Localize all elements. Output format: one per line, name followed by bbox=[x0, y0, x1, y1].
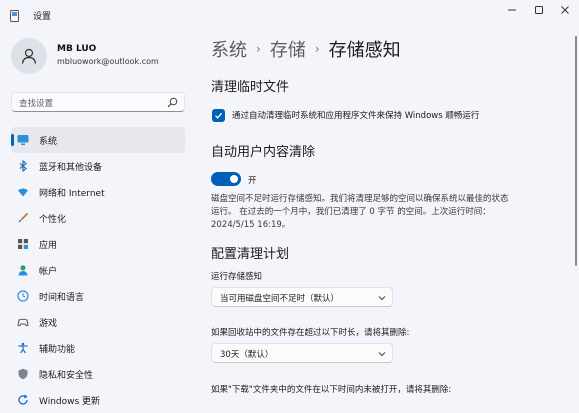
maximize-icon bbox=[535, 6, 543, 14]
sidebar-item-label: 个性化 bbox=[39, 215, 67, 225]
avatar[interactable] bbox=[11, 38, 47, 74]
system-icon bbox=[17, 135, 29, 145]
account-icon bbox=[18, 265, 28, 276]
sidebar-item-windows-update[interactable]: Windows 更新 bbox=[11, 387, 185, 413]
chevron-down-icon bbox=[378, 296, 386, 301]
sidebar-item-apps[interactable]: 应用 bbox=[11, 231, 185, 257]
minimize-icon bbox=[508, 9, 516, 11]
breadcrumb-storage[interactable]: 存储 bbox=[270, 36, 306, 62]
sidebar-item-label: 系统 bbox=[39, 137, 58, 147]
breadcrumb-separator: › bbox=[314, 42, 320, 56]
run-storage-sense-label: 运行存储感知 bbox=[211, 272, 263, 282]
apps-icon bbox=[18, 239, 28, 249]
toggle-state-label: 开 bbox=[248, 176, 257, 186]
recycle-bin-label: 如果回收站中的文件存在超过以下时长，请将其删除: bbox=[211, 328, 410, 338]
sidebar-item-label: 帐户 bbox=[39, 267, 58, 277]
breadcrumb-system[interactable]: 系统 bbox=[211, 36, 247, 62]
downloads-label: 如果"下载"文件夹中的文件在以下时间内未被打开，请将其删除: bbox=[211, 385, 452, 395]
sidebar-item-label: 辅助功能 bbox=[39, 345, 76, 355]
user-email: mbluowork@outlook.com bbox=[57, 57, 159, 66]
sidebar-item-label: 时间和语言 bbox=[39, 293, 85, 303]
search-placeholder: 查找设置 bbox=[19, 99, 54, 109]
sidebar-item-accounts[interactable]: 帐户 bbox=[11, 257, 185, 283]
auto-cleanup-description: 磁盘空间不足时运行存储感知。我们将清理足够的空间以确保系统以最佳的状态运行。 在… bbox=[211, 194, 509, 230]
section-heading-schedule: 配置清理计划 bbox=[211, 247, 290, 262]
person-icon bbox=[21, 48, 37, 64]
recycle-bin-dropdown[interactable]: 30天（默认） bbox=[211, 343, 393, 363]
sidebar-item-system[interactable]: 系统 bbox=[11, 127, 185, 153]
title-bar: 设置 bbox=[0, 0, 579, 32]
wifi-icon bbox=[18, 188, 28, 197]
sidebar-item-privacy-security[interactable]: 隐私和安全性 bbox=[11, 361, 185, 387]
close-icon bbox=[561, 6, 569, 14]
brush-icon bbox=[18, 212, 29, 223]
run-storage-sense-dropdown[interactable]: 当可用磁盘空间不足时（默认） bbox=[211, 287, 393, 307]
sidebar-item-accessibility[interactable]: 辅助功能 bbox=[11, 335, 185, 361]
active-indicator bbox=[11, 134, 14, 146]
update-icon bbox=[18, 394, 28, 405]
scrollbar[interactable] bbox=[575, 36, 577, 266]
globe-clock-icon bbox=[17, 290, 29, 302]
checkmark-icon bbox=[215, 112, 223, 119]
auto-cleanup-toggle[interactable] bbox=[211, 172, 241, 186]
maximize-button[interactable] bbox=[527, 0, 551, 20]
section-heading-auto-cleanup: 自动用户内容清除 bbox=[211, 145, 316, 160]
shield-icon bbox=[18, 368, 28, 380]
sidebar-nav: 系统 蓝牙和其他设备 网络和 Internet 个性化 应用 帐户 时间和语言 … bbox=[11, 127, 185, 413]
close-button[interactable] bbox=[553, 0, 577, 20]
section-heading-cleanup-temp: 清理临时文件 bbox=[211, 80, 290, 95]
cleanup-temp-checkbox[interactable] bbox=[212, 109, 225, 122]
sidebar-item-personalization[interactable]: 个性化 bbox=[11, 205, 185, 231]
settings-app-icon bbox=[10, 10, 19, 22]
search-icon[interactable] bbox=[167, 97, 178, 108]
sidebar-item-label: 蓝牙和其他设备 bbox=[39, 163, 103, 173]
dropdown-value: 30天（默认） bbox=[220, 350, 274, 360]
page-title: 存储感知 bbox=[328, 40, 401, 61]
search-input[interactable]: 查找设置 bbox=[11, 92, 185, 112]
sidebar-item-time-language[interactable]: 时间和语言 bbox=[11, 283, 185, 309]
minimize-button[interactable] bbox=[500, 0, 524, 20]
user-name: MB LUO bbox=[57, 44, 97, 54]
sidebar-item-bluetooth[interactable]: 蓝牙和其他设备 bbox=[11, 153, 185, 179]
sidebar-item-label: 应用 bbox=[39, 241, 58, 251]
chevron-down-icon bbox=[378, 352, 386, 357]
sidebar-item-label: 游戏 bbox=[39, 319, 58, 329]
sidebar-item-label: 隐私和安全性 bbox=[39, 371, 94, 381]
dropdown-value: 当可用磁盘空间不足时（默认） bbox=[220, 294, 340, 304]
sidebar-item-network[interactable]: 网络和 Internet bbox=[11, 179, 185, 205]
window-title: 设置 bbox=[33, 12, 52, 22]
cleanup-temp-checkbox-label[interactable]: 通过自动清理临时系统和应用程序文件来保持 Windows 顺畅运行 bbox=[232, 109, 479, 121]
gamepad-icon bbox=[17, 318, 29, 327]
sidebar-item-label: 网络和 Internet bbox=[39, 189, 105, 199]
toggle-knob bbox=[230, 175, 238, 183]
breadcrumb: 系统 › 存储 › 存储感知 bbox=[211, 35, 401, 63]
accessibility-icon bbox=[18, 342, 28, 354]
bluetooth-icon bbox=[19, 160, 27, 172]
breadcrumb-separator: › bbox=[256, 42, 261, 56]
sidebar-item-gaming[interactable]: 游戏 bbox=[11, 309, 185, 335]
sidebar-item-label: Windows 更新 bbox=[39, 397, 101, 407]
